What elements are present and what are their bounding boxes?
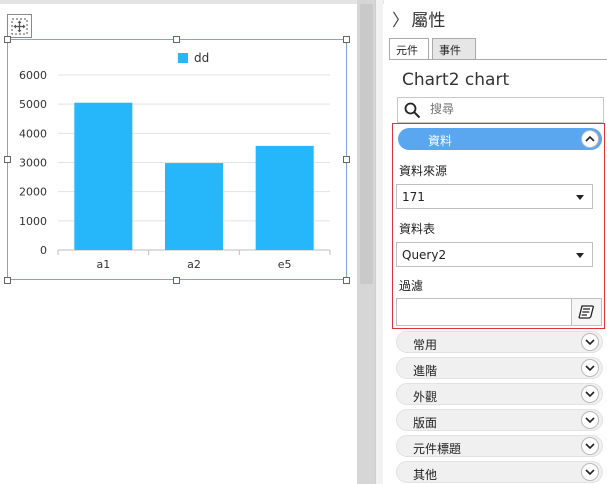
section-layout[interactable]: 版面 [396,409,603,431]
data-group-label: 資料 [428,134,453,148]
section-label: 其他 [413,468,438,482]
y-tick-label: 2000 [19,186,47,199]
move-handle[interactable] [7,14,32,38]
tab-component[interactable]: 元件 [389,38,429,60]
resize-handle-se[interactable] [343,277,350,284]
legend-swatch [178,53,188,63]
data-source-value: 171 [402,190,425,204]
chevron-down-icon [585,417,595,424]
y-tick-label: 1000 [19,215,47,228]
search-icon [404,102,421,119]
chevron-down-icon [585,391,595,398]
expand-button[interactable] [581,333,599,351]
chevron-down-icon [585,365,595,372]
search-input[interactable] [430,102,600,116]
filter-editor-button[interactable] [571,299,601,325]
x-tick-label: a1 [96,258,110,271]
move-icon [11,18,28,35]
data-group-header[interactable]: 資料 [398,128,602,150]
expand-button[interactable] [581,411,599,429]
resize-handle-s[interactable] [173,277,180,284]
tab-events[interactable]: 事件 [432,38,476,60]
y-tick-label: 0 [40,244,47,257]
chevron-down-icon [585,339,595,346]
data-source-label: 資料來源 [399,164,448,178]
data-table-value: Query2 [402,248,447,262]
section-label: 元件標題 [413,442,462,456]
collapse-button[interactable] [581,130,599,148]
filter-label: 過濾 [399,279,424,293]
bar-a2 [164,163,224,250]
component-title: Chart2 chart [402,70,510,90]
expand-button[interactable] [581,463,599,481]
expand-button[interactable] [581,359,599,377]
panel-splitter[interactable] [375,0,383,484]
section-appearance[interactable]: 外觀 [396,383,603,405]
resize-handle-sw[interactable] [4,277,11,284]
section-label: 版面 [413,416,438,430]
data-source-select[interactable]: 171 [396,184,593,209]
filter-input[interactable] [396,298,602,326]
expand-button[interactable] [581,437,599,455]
legend-label: dd [194,51,209,65]
panel-header[interactable]: 〉 屬性 [392,6,446,31]
section-advanced[interactable]: 進階 [396,357,603,379]
tabs-divider [389,59,607,60]
data-table-select[interactable]: Query2 [396,242,593,267]
data-property-group: 資料 資料來源 171 資料表 Query2 過濾 [392,123,605,329]
data-table-label: 資料表 [399,222,436,236]
y-tick-label: 6000 [19,69,47,82]
section-component-title[interactable]: 元件標題 [396,435,603,457]
section-common[interactable]: 常用 [396,331,603,353]
section-other[interactable]: 其他 [396,461,603,483]
y-tick-label: 5000 [19,98,47,111]
section-label: 外觀 [413,390,438,404]
panel-title: 屬性 [411,11,446,31]
section-label: 進階 [413,364,438,378]
bar-e5 [255,145,314,250]
property-panel: 〉 屬性 元件 事件 Chart2 chart 資料 資料來源 171 資料表 [384,0,607,484]
chevron-up-icon [585,135,595,142]
y-tick-label: 3000 [19,157,47,170]
chevron-down-icon [585,443,595,450]
chevron-right-icon[interactable]: 〉 [392,6,409,31]
x-tick-label: a2 [187,258,201,271]
expand-button[interactable] [581,385,599,403]
scrollbar-thumb[interactable] [360,4,373,284]
dropdown-caret-icon [576,253,584,258]
y-tick-label: 4000 [19,127,47,140]
bar-a1 [74,102,133,250]
script-icon [578,305,594,319]
dropdown-caret-icon [576,195,584,200]
property-search[interactable] [397,97,604,123]
chevron-down-icon [585,469,595,476]
bar-chart: 0 1000 2000 3000 4000 5000 6000 a1 a2 e5 dd [19,51,331,271]
x-tick-label: e5 [278,258,292,271]
section-label: 常用 [413,338,438,352]
